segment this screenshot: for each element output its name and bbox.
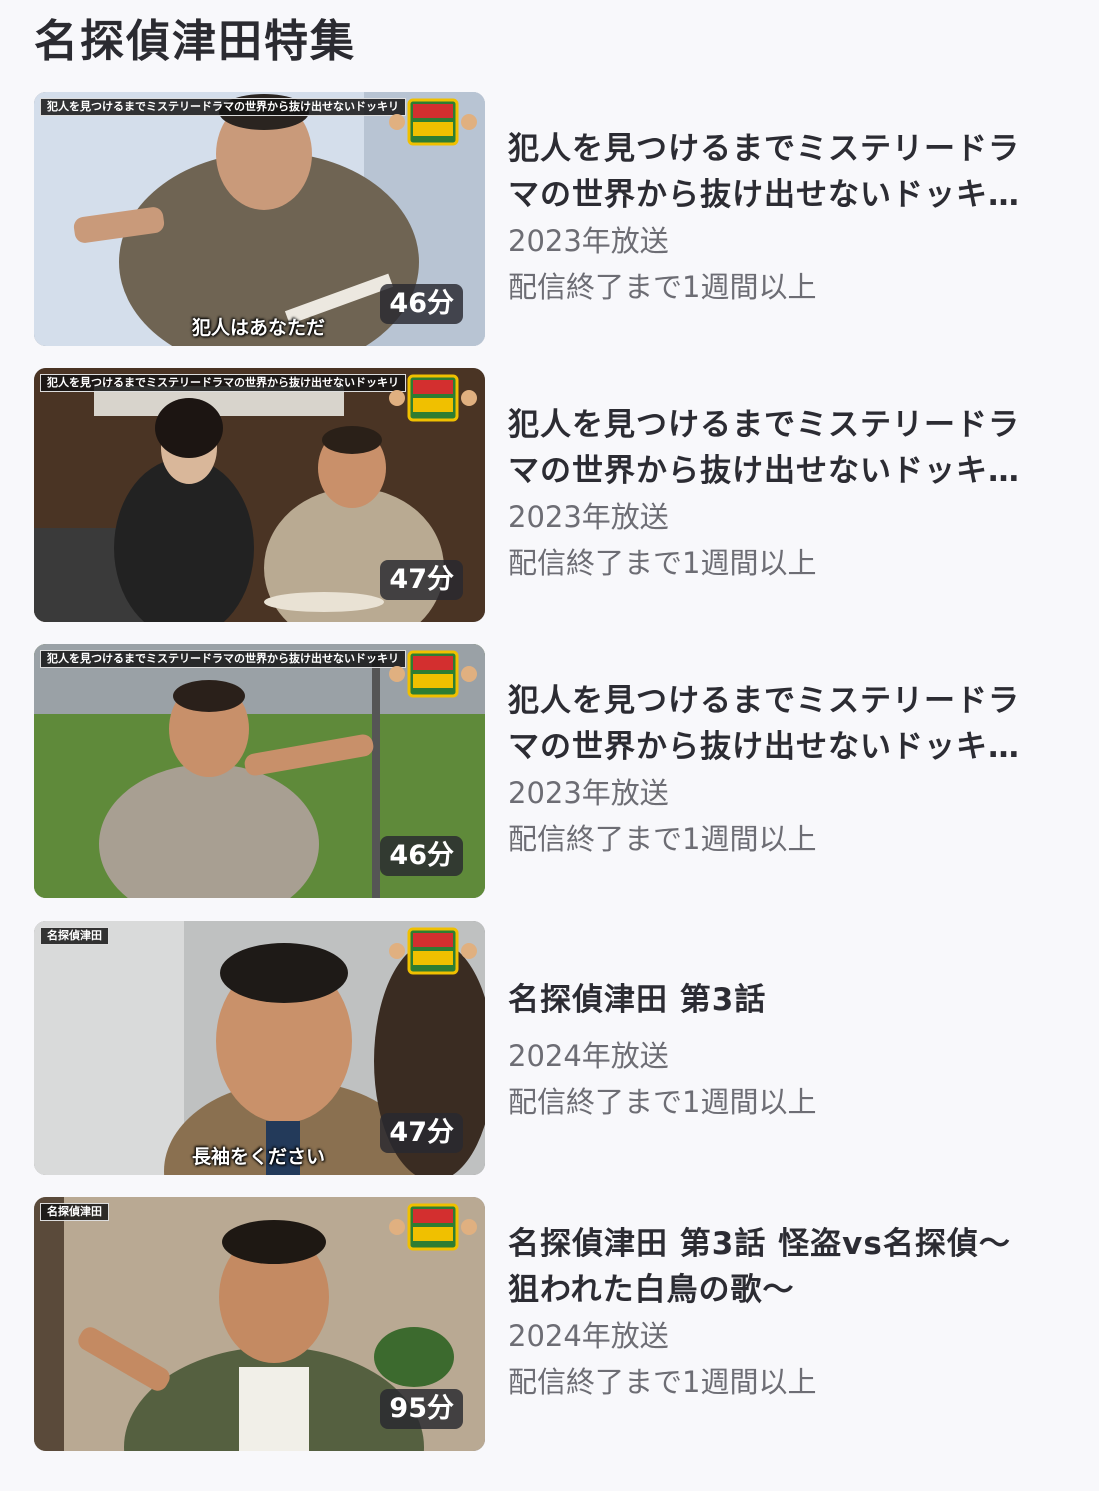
thumbnail-banner: 名探偵津田	[40, 1203, 109, 1221]
episode-card-4[interactable]: 名探偵津田 長袖をください 47分 名探偵津田 第3話 2024年放送 配信終了…	[34, 921, 1074, 1175]
episode-title[interactable]: 名探偵津田 第3話	[508, 977, 1074, 1023]
show-logo-icon	[389, 650, 477, 698]
episode-title-line: 犯人を見つけるまでミステリードラ	[508, 131, 1020, 167]
episode-card-3[interactable]: 犯人を見つけるまでミステリードラマの世界から抜け出せないドッキリ 46分 犯人を…	[34, 644, 1074, 898]
thumbnail-subtitle: 長袖をください	[192, 1146, 326, 1168]
broadcast-year: 2024年放送	[508, 1039, 669, 1073]
availability-text: 配信終了まで1週間以上	[508, 270, 817, 304]
episode-title-line: マの世界から抜け出せないドッキ…	[508, 729, 1020, 765]
episode-title[interactable]: 犯人を見つけるまでミステリードラ マの世界から抜け出せないドッキ…	[508, 126, 1074, 218]
thumbnail-banner: 犯人を見つけるまでミステリードラマの世界から抜け出せないドッキリ	[40, 650, 406, 668]
episode-title-line: マの世界から抜け出せないドッキ…	[508, 177, 1020, 213]
duration-badge: 46分	[380, 284, 463, 324]
broadcast-year: 2023年放送	[508, 224, 669, 258]
episode-title[interactable]: 犯人を見つけるまでミステリードラ マの世界から抜け出せないドッキ…	[508, 678, 1074, 770]
episode-card-2[interactable]: 犯人を見つけるまでミステリードラマの世界から抜け出せないドッキリ 47分 犯人を…	[34, 368, 1074, 622]
episode-thumbnail[interactable]: 名探偵津田 95分	[34, 1197, 485, 1451]
episode-title-line: 犯人を見つけるまでミステリードラ	[508, 683, 1020, 719]
episode-title-line: 名探偵津田 第3話 怪盗vs名探偵〜	[508, 1226, 1011, 1262]
episode-title[interactable]: 犯人を見つけるまでミステリードラ マの世界から抜け出せないドッキ…	[508, 402, 1074, 494]
episode-thumbnail[interactable]: 名探偵津田 長袖をください 47分	[34, 921, 485, 1175]
show-logo-icon	[389, 927, 477, 975]
episode-title-line: 狙われた白鳥の歌〜	[508, 1272, 795, 1308]
broadcast-year: 2023年放送	[508, 500, 669, 534]
episode-title-line: マの世界から抜け出せないドッキ…	[508, 453, 1020, 489]
show-logo-icon	[389, 98, 477, 146]
episode-title-line: 名探偵津田 第3話	[508, 982, 767, 1018]
episode-card-1[interactable]: 犯人を見つけるまでミステリードラマの世界から抜け出せないドッキリ 犯人はあなただ…	[34, 92, 1074, 346]
episode-info[interactable]: 名探偵津田 第3話 怪盗vs名探偵〜 狙われた白鳥の歌〜 2024年放送 配信終…	[508, 1197, 1074, 1451]
show-logo-icon	[389, 374, 477, 422]
episode-info[interactable]: 名探偵津田 第3話 2024年放送 配信終了まで1週間以上	[508, 921, 1074, 1175]
episode-title[interactable]: 名探偵津田 第3話 怪盗vs名探偵〜 狙われた白鳥の歌〜	[508, 1221, 1074, 1313]
episode-info[interactable]: 犯人を見つけるまでミステリードラ マの世界から抜け出せないドッキ… 2023年放…	[508, 92, 1074, 346]
duration-badge: 47分	[380, 560, 463, 600]
episode-info[interactable]: 犯人を見つけるまでミステリードラ マの世界から抜け出せないドッキ… 2023年放…	[508, 368, 1074, 622]
thumbnail-subtitle: 犯人はあなただ	[192, 317, 326, 339]
duration-badge: 46分	[380, 836, 463, 876]
thumbnail-banner: 犯人を見つけるまでミステリードラマの世界から抜け出せないドッキリ	[40, 374, 406, 392]
duration-badge: 95分	[380, 1389, 463, 1429]
broadcast-year: 2023年放送	[508, 776, 669, 810]
show-logo-icon	[389, 1203, 477, 1251]
episode-thumbnail[interactable]: 犯人を見つけるまでミステリードラマの世界から抜け出せないドッキリ 47分	[34, 368, 485, 622]
availability-text: 配信終了まで1週間以上	[508, 822, 817, 856]
episode-info[interactable]: 犯人を見つけるまでミステリードラ マの世界から抜け出せないドッキ… 2023年放…	[508, 644, 1074, 898]
broadcast-year: 2024年放送	[508, 1319, 669, 1353]
episode-thumbnail[interactable]: 犯人を見つけるまでミステリードラマの世界から抜け出せないドッキリ 46分	[34, 644, 485, 898]
availability-text: 配信終了まで1週間以上	[508, 546, 817, 580]
episode-title-line: 犯人を見つけるまでミステリードラ	[508, 407, 1020, 443]
thumbnail-banner: 名探偵津田	[40, 927, 109, 945]
availability-text: 配信終了まで1週間以上	[508, 1085, 817, 1119]
thumbnail-banner: 犯人を見つけるまでミステリードラマの世界から抜け出せないドッキリ	[40, 98, 406, 116]
episode-thumbnail[interactable]: 犯人を見つけるまでミステリードラマの世界から抜け出せないドッキリ 犯人はあなただ…	[34, 92, 485, 346]
availability-text: 配信終了まで1週間以上	[508, 1365, 817, 1399]
episode-card-5[interactable]: 名探偵津田 95分 名探偵津田 第3話 怪盗vs名探偵〜 狙われた白鳥の歌〜 2…	[34, 1197, 1074, 1451]
duration-badge: 47分	[380, 1113, 463, 1153]
page-title: 名探偵津田特集	[34, 16, 356, 67]
